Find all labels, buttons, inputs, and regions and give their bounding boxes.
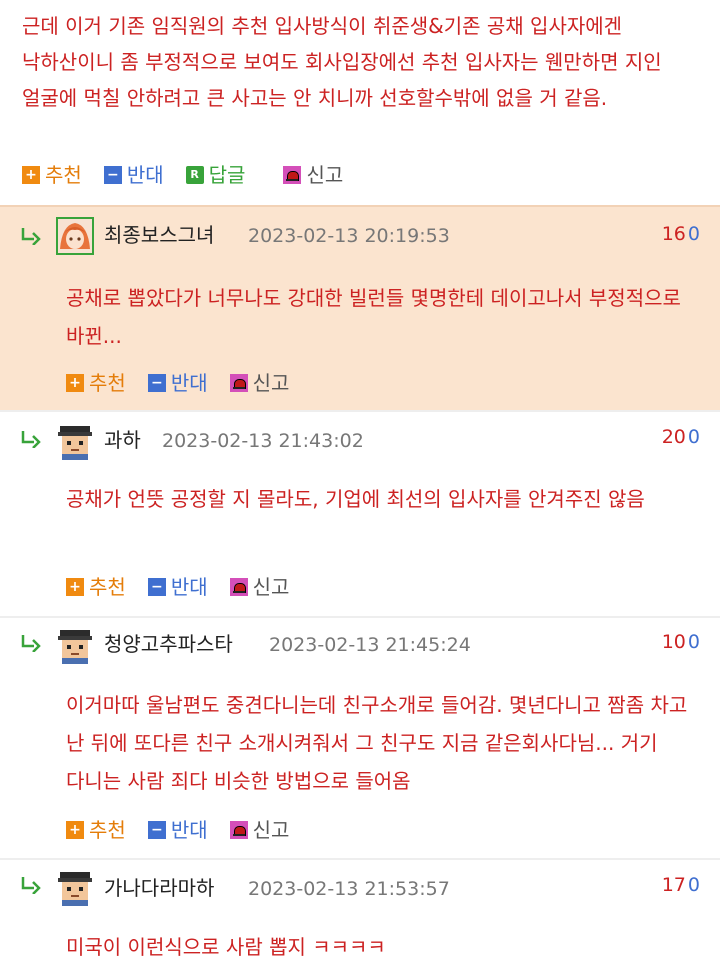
- avatar[interactable]: [56, 422, 94, 460]
- siren-icon: [283, 166, 302, 184]
- reply-arrow-icon: [21, 635, 41, 652]
- reply-arrow-icon: [21, 431, 41, 448]
- report-button[interactable]: 신고: [229, 816, 290, 844]
- report-button[interactable]: 신고: [283, 161, 343, 189]
- post-text: 근데 이거 기존 임직원의 추천 입사방식이 취준생&기존 공채 입사자에겐 낙…: [22, 14, 662, 110]
- reply-arrow-icon: [21, 877, 41, 894]
- comment-score: 20 0: [662, 423, 700, 451]
- minus-icon: −: [103, 166, 122, 184]
- downvote-count: 0: [687, 426, 700, 448]
- plus-icon: +: [66, 374, 84, 392]
- avatar[interactable]: [56, 217, 94, 255]
- minus-icon: −: [147, 374, 166, 392]
- plus-icon: +: [66, 578, 84, 596]
- upvote-label: 추천: [89, 371, 126, 395]
- comment-timestamp: 2023-02-13 21:53:57: [248, 878, 450, 900]
- comment-item: 과하 2023-02-13 21:43:02 20 0 공채가 언뜻 공정할 지 …: [0, 412, 720, 618]
- comment-actions: + 추천 − 반대 신고: [66, 816, 311, 844]
- comment-score: 17 0: [662, 871, 700, 899]
- downvote-label: 반대: [170, 575, 208, 599]
- comment-item: 최종보스그녀 2023-02-13 20:19:53 16 0 공채로 뽑았다가 …: [0, 205, 720, 412]
- report-label: 신고: [252, 818, 290, 842]
- report-label: 신고: [252, 371, 290, 395]
- upvote-button[interactable]: + 추천: [66, 573, 126, 601]
- downvote-label: 반대: [126, 163, 164, 187]
- avatar-image: [56, 868, 94, 906]
- downvote-count: 0: [687, 631, 700, 653]
- upvote-count: 20: [661, 426, 686, 448]
- downvote-label: 반대: [170, 371, 208, 395]
- siren-icon: [229, 578, 248, 596]
- avatar[interactable]: [56, 868, 94, 906]
- downvote-button[interactable]: − 반대: [103, 161, 164, 189]
- reply-r-icon: R: [185, 166, 204, 184]
- comment-timestamp: 2023-02-13 21:43:02: [162, 430, 364, 452]
- downvote-button[interactable]: − 반대: [147, 816, 208, 844]
- downvote-button[interactable]: − 반대: [147, 369, 208, 397]
- comment-text: 공채로 뽑았다가 너무나도 강대한 빌런들 몇명한테 데이고나서 부정적으로 바…: [66, 286, 681, 348]
- upvote-label: 추천: [89, 818, 126, 842]
- upvote-button[interactable]: + 추천: [22, 161, 82, 189]
- comment-text: 공채가 언뜻 공정할 지 몰라도, 기업에 최선의 입사자를 안겨주진 않음: [66, 487, 645, 511]
- comment-nickname[interactable]: 가나다라마하: [104, 874, 214, 902]
- upvote-count: 16: [661, 223, 686, 245]
- reply-button[interactable]: R 답글: [185, 161, 246, 189]
- comment-timestamp: 2023-02-13 21:45:24: [269, 634, 471, 656]
- upvote-count: 17: [661, 874, 686, 896]
- report-label: 신고: [306, 163, 344, 187]
- post-body: 근데 이거 기존 임직원의 추천 입사방식이 취준생&기존 공채 입사자에겐 낙…: [0, 0, 720, 205]
- upvote-label: 추천: [45, 163, 82, 187]
- avatar-image: [56, 422, 94, 460]
- comment-nickname[interactable]: 청양고추파스타: [104, 630, 233, 658]
- report-button[interactable]: 신고: [229, 369, 290, 397]
- comment-timestamp: 2023-02-13 20:19:53: [248, 225, 450, 247]
- report-button[interactable]: 신고: [229, 573, 290, 601]
- reply-arrow-icon: [21, 228, 41, 245]
- post-actions: + 추천 − 반대 R 답글 신고: [22, 161, 365, 189]
- upvote-button[interactable]: + 추천: [66, 816, 126, 844]
- upvote-count: 10: [661, 631, 686, 653]
- comment-nickname[interactable]: 과하: [104, 426, 141, 454]
- downvote-count: 0: [687, 223, 700, 245]
- comment-text: 미국이 이런식으로 사람 뽑지 ㅋㅋㅋㅋ: [66, 935, 386, 959]
- plus-icon: +: [66, 821, 84, 839]
- comment-actions: + 추천 − 반대 신고: [66, 573, 311, 601]
- comment-score: 10 0: [662, 628, 700, 656]
- siren-icon: [229, 821, 248, 839]
- reply-label: 답글: [208, 163, 246, 187]
- avatar[interactable]: [56, 626, 94, 664]
- comment-actions: + 추천 − 반대 신고: [66, 369, 311, 397]
- comment-score: 16 0: [662, 220, 700, 248]
- downvote-label: 반대: [170, 818, 208, 842]
- plus-icon: +: [22, 166, 40, 184]
- report-label: 신고: [252, 575, 290, 599]
- downvote-button[interactable]: − 반대: [147, 573, 208, 601]
- upvote-button[interactable]: + 추천: [66, 369, 126, 397]
- upvote-label: 추천: [89, 575, 126, 599]
- avatar-image: [56, 626, 94, 664]
- downvote-count: 0: [687, 874, 700, 896]
- minus-icon: −: [147, 821, 166, 839]
- siren-icon: [229, 374, 248, 392]
- comment-item: 가나다라마하 2023-02-13 21:53:57 17 0 미국이 이런식으로…: [0, 860, 720, 977]
- comment-item: 청양고추파스타 2023-02-13 21:45:24 10 0 이거마따 울남편…: [0, 618, 720, 860]
- comment-text: 이거마따 울남편도 중견다니는데 친구소개로 들어감. 몇년다니고 짬좀 차고 …: [66, 693, 688, 793]
- comment-nickname[interactable]: 최종보스그녀: [104, 221, 214, 249]
- minus-icon: −: [147, 578, 166, 596]
- avatar-image: [58, 219, 92, 253]
